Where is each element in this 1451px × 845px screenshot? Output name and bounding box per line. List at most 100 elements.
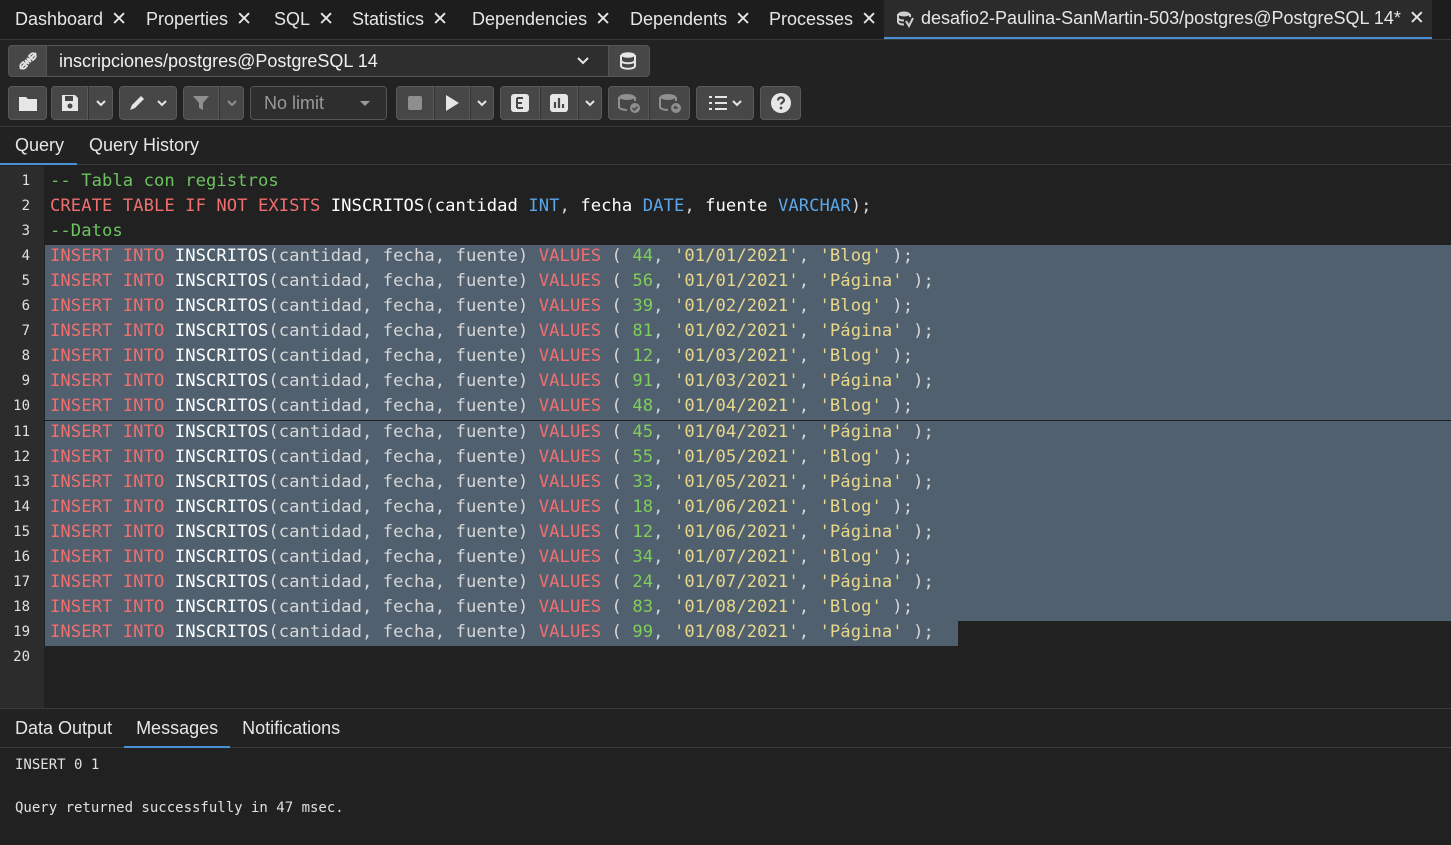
code-punct: , bbox=[653, 346, 674, 367]
code-number: 34 bbox=[632, 546, 654, 567]
code-punct: , bbox=[653, 421, 674, 442]
code-string: '01/01/2021' bbox=[673, 271, 799, 292]
explain-analyze-button[interactable] bbox=[540, 86, 578, 120]
code-punct: , bbox=[653, 396, 674, 417]
code-number: 55 bbox=[632, 446, 654, 467]
code-type: DATE bbox=[642, 196, 685, 217]
stop-button[interactable] bbox=[396, 86, 434, 120]
pencil-icon bbox=[130, 96, 144, 110]
close-icon[interactable]: ✕ bbox=[595, 8, 611, 31]
tab-dependents[interactable]: Dependents ✕ bbox=[615, 0, 754, 39]
code-punct: ); bbox=[902, 271, 934, 292]
explain-icon bbox=[511, 94, 529, 112]
code-punct: ( bbox=[601, 596, 633, 617]
row-limit-value: No limit bbox=[264, 92, 325, 113]
explain-options-button[interactable] bbox=[578, 86, 602, 120]
code-string: 'Página' bbox=[819, 621, 903, 642]
close-icon[interactable]: ✕ bbox=[861, 8, 877, 31]
code-number: 39 bbox=[632, 296, 654, 317]
code-number: 48 bbox=[632, 396, 654, 417]
code-number: 33 bbox=[632, 471, 654, 492]
code-string: '01/04/2021' bbox=[673, 396, 799, 417]
sql-editor[interactable]: 1 -- Tabla con registros 2 CREATE TABLE IF … bbox=[0, 166, 1451, 708]
code-columns: (cantidad, fecha, fuente) bbox=[268, 546, 529, 567]
code-punct: ); bbox=[881, 246, 914, 267]
help-button[interactable] bbox=[760, 86, 801, 120]
code-keyword: INSERT INTO bbox=[50, 396, 165, 417]
code-columns: (cantidad, fecha, fuente) bbox=[268, 246, 529, 267]
close-icon[interactable]: ✕ bbox=[735, 8, 751, 31]
code-identifier: INSCRITOS bbox=[174, 521, 269, 542]
code-keyword: VALUES bbox=[538, 321, 602, 342]
save-options-button[interactable] bbox=[88, 86, 113, 120]
tab-data-output[interactable]: Data Output bbox=[0, 709, 124, 747]
code-type: VARCHAR bbox=[777, 196, 851, 217]
tab-dependencies[interactable]: Dependencies ✕ bbox=[457, 0, 615, 39]
tab-query-tool[interactable]: desafio2-Paulina-SanMartin-503/postgres@… bbox=[884, 0, 1432, 39]
code-punct: ); bbox=[881, 296, 914, 317]
code-keyword: INSERT INTO bbox=[50, 346, 165, 367]
code-string: '01/08/2021' bbox=[673, 596, 799, 617]
code-line: 20 bbox=[0, 646, 1451, 671]
tab-notifications[interactable]: Notifications bbox=[230, 709, 352, 747]
save-file-button[interactable] bbox=[51, 86, 88, 120]
tab-label: desafio2-Paulina-SanMartin-503/postgres@… bbox=[921, 8, 1401, 28]
code-identifier: fuente bbox=[705, 196, 768, 217]
chevron-down-icon bbox=[226, 100, 237, 107]
line-number: 11 bbox=[13, 423, 30, 440]
rollback-icon bbox=[658, 94, 681, 113]
line-number: 5 bbox=[21, 273, 30, 290]
tab-dashboard[interactable]: Dashboard ✕ bbox=[0, 0, 131, 39]
close-icon[interactable]: ✕ bbox=[1409, 7, 1425, 30]
code-columns: (cantidad, fecha, fuente) bbox=[268, 346, 529, 367]
code-text: -- Tabla con registros bbox=[50, 171, 279, 191]
execute-button[interactable] bbox=[434, 86, 470, 120]
close-icon[interactable]: ✕ bbox=[111, 8, 127, 31]
code-punct: , bbox=[653, 321, 674, 342]
close-icon[interactable]: ✕ bbox=[318, 8, 334, 31]
commit-button[interactable] bbox=[608, 86, 649, 120]
tab-label: Dashboard bbox=[15, 9, 104, 29]
tab-query-history[interactable]: Query History bbox=[77, 127, 211, 164]
close-icon[interactable]: ✕ bbox=[432, 8, 448, 31]
message-line: Query returned successfully in 47 msec. bbox=[15, 800, 344, 816]
code-columns: (cantidad, fecha, fuente) bbox=[268, 421, 529, 442]
code-number: 18 bbox=[632, 496, 654, 517]
code-punct: ( bbox=[601, 271, 633, 292]
connection-status-button[interactable] bbox=[8, 45, 47, 77]
code-string: '01/08/2021' bbox=[673, 621, 799, 642]
tab-statistics[interactable]: Statistics ✕ bbox=[337, 0, 457, 39]
code-punct: ( bbox=[424, 196, 435, 217]
execute-options-button[interactable] bbox=[470, 86, 494, 120]
code-string: 'Página' bbox=[819, 421, 903, 442]
close-icon[interactable]: ✕ bbox=[236, 8, 252, 31]
message-line: INSERT 0 1 bbox=[15, 757, 100, 773]
chevron-down-icon bbox=[95, 100, 106, 107]
open-file-button[interactable] bbox=[8, 86, 47, 120]
line-number: 10 bbox=[13, 398, 30, 415]
chevron-down-icon bbox=[577, 57, 589, 65]
code-punct: , bbox=[798, 471, 820, 492]
code-punct: , bbox=[559, 196, 581, 217]
edit-button[interactable] bbox=[119, 86, 177, 120]
row-limit-select[interactable]: No limit bbox=[250, 86, 387, 120]
tab-messages[interactable]: Messages bbox=[124, 709, 231, 748]
code-identifier: INSCRITOS bbox=[174, 321, 269, 342]
tab-processes[interactable]: Processes ✕ bbox=[754, 0, 884, 39]
tab-label: Query History bbox=[89, 135, 200, 155]
macros-button[interactable] bbox=[696, 86, 754, 120]
new-connection-button[interactable] bbox=[609, 45, 650, 77]
filter-button[interactable] bbox=[183, 86, 219, 120]
code-keyword: INSERT INTO bbox=[50, 546, 165, 567]
tab-query[interactable]: Query bbox=[0, 127, 78, 165]
line-number: 9 bbox=[21, 373, 30, 390]
explain-button[interactable] bbox=[500, 86, 540, 120]
tab-properties[interactable]: Properties ✕ bbox=[131, 0, 259, 39]
filter-options-button[interactable] bbox=[219, 86, 244, 120]
connection-select[interactable]: inscripciones/postgres@PostgreSQL 14 bbox=[47, 45, 609, 77]
code-comment: -- Tabla con registros bbox=[50, 171, 279, 191]
tab-sql[interactable]: SQL ✕ bbox=[259, 0, 337, 39]
code-keyword: VALUES bbox=[538, 396, 602, 417]
rollback-button[interactable] bbox=[649, 86, 690, 120]
code-keyword: INSERT INTO bbox=[50, 621, 165, 642]
